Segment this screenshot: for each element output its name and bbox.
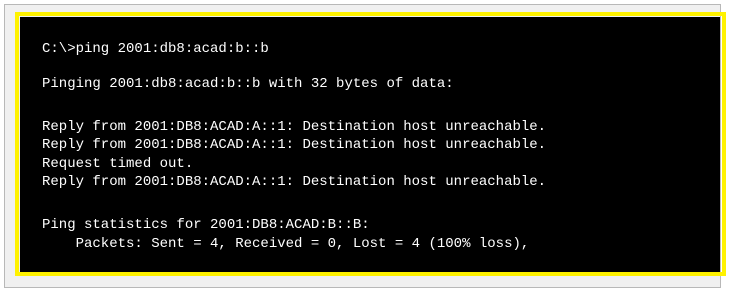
timeout-line: Request timed out. xyxy=(42,156,194,172)
screenshot-canvas: C:\>ping 2001:db8:acad:b::b Pinging 2001… xyxy=(0,0,730,301)
reply-line-3: Reply from 2001:DB8:ACAD:A::1: Destinati… xyxy=(42,174,547,190)
ping-header-line: Pinging 2001:db8:acad:b::b with 32 bytes… xyxy=(42,76,454,92)
reply-line-1: Reply from 2001:DB8:ACAD:A::1: Destinati… xyxy=(42,119,547,135)
command-prompt-output[interactable]: C:\>ping 2001:db8:acad:b::b Pinging 2001… xyxy=(20,17,720,276)
statistics-header-line: Ping statistics for 2001:DB8:ACAD:B::B: xyxy=(42,217,370,233)
packets-summary-line: Packets: Sent = 4, Received = 0, Lost = … xyxy=(42,236,530,252)
command-line: C:\>ping 2001:db8:acad:b::b xyxy=(42,41,269,57)
reply-line-2: Reply from 2001:DB8:ACAD:A::1: Destinati… xyxy=(42,137,547,153)
